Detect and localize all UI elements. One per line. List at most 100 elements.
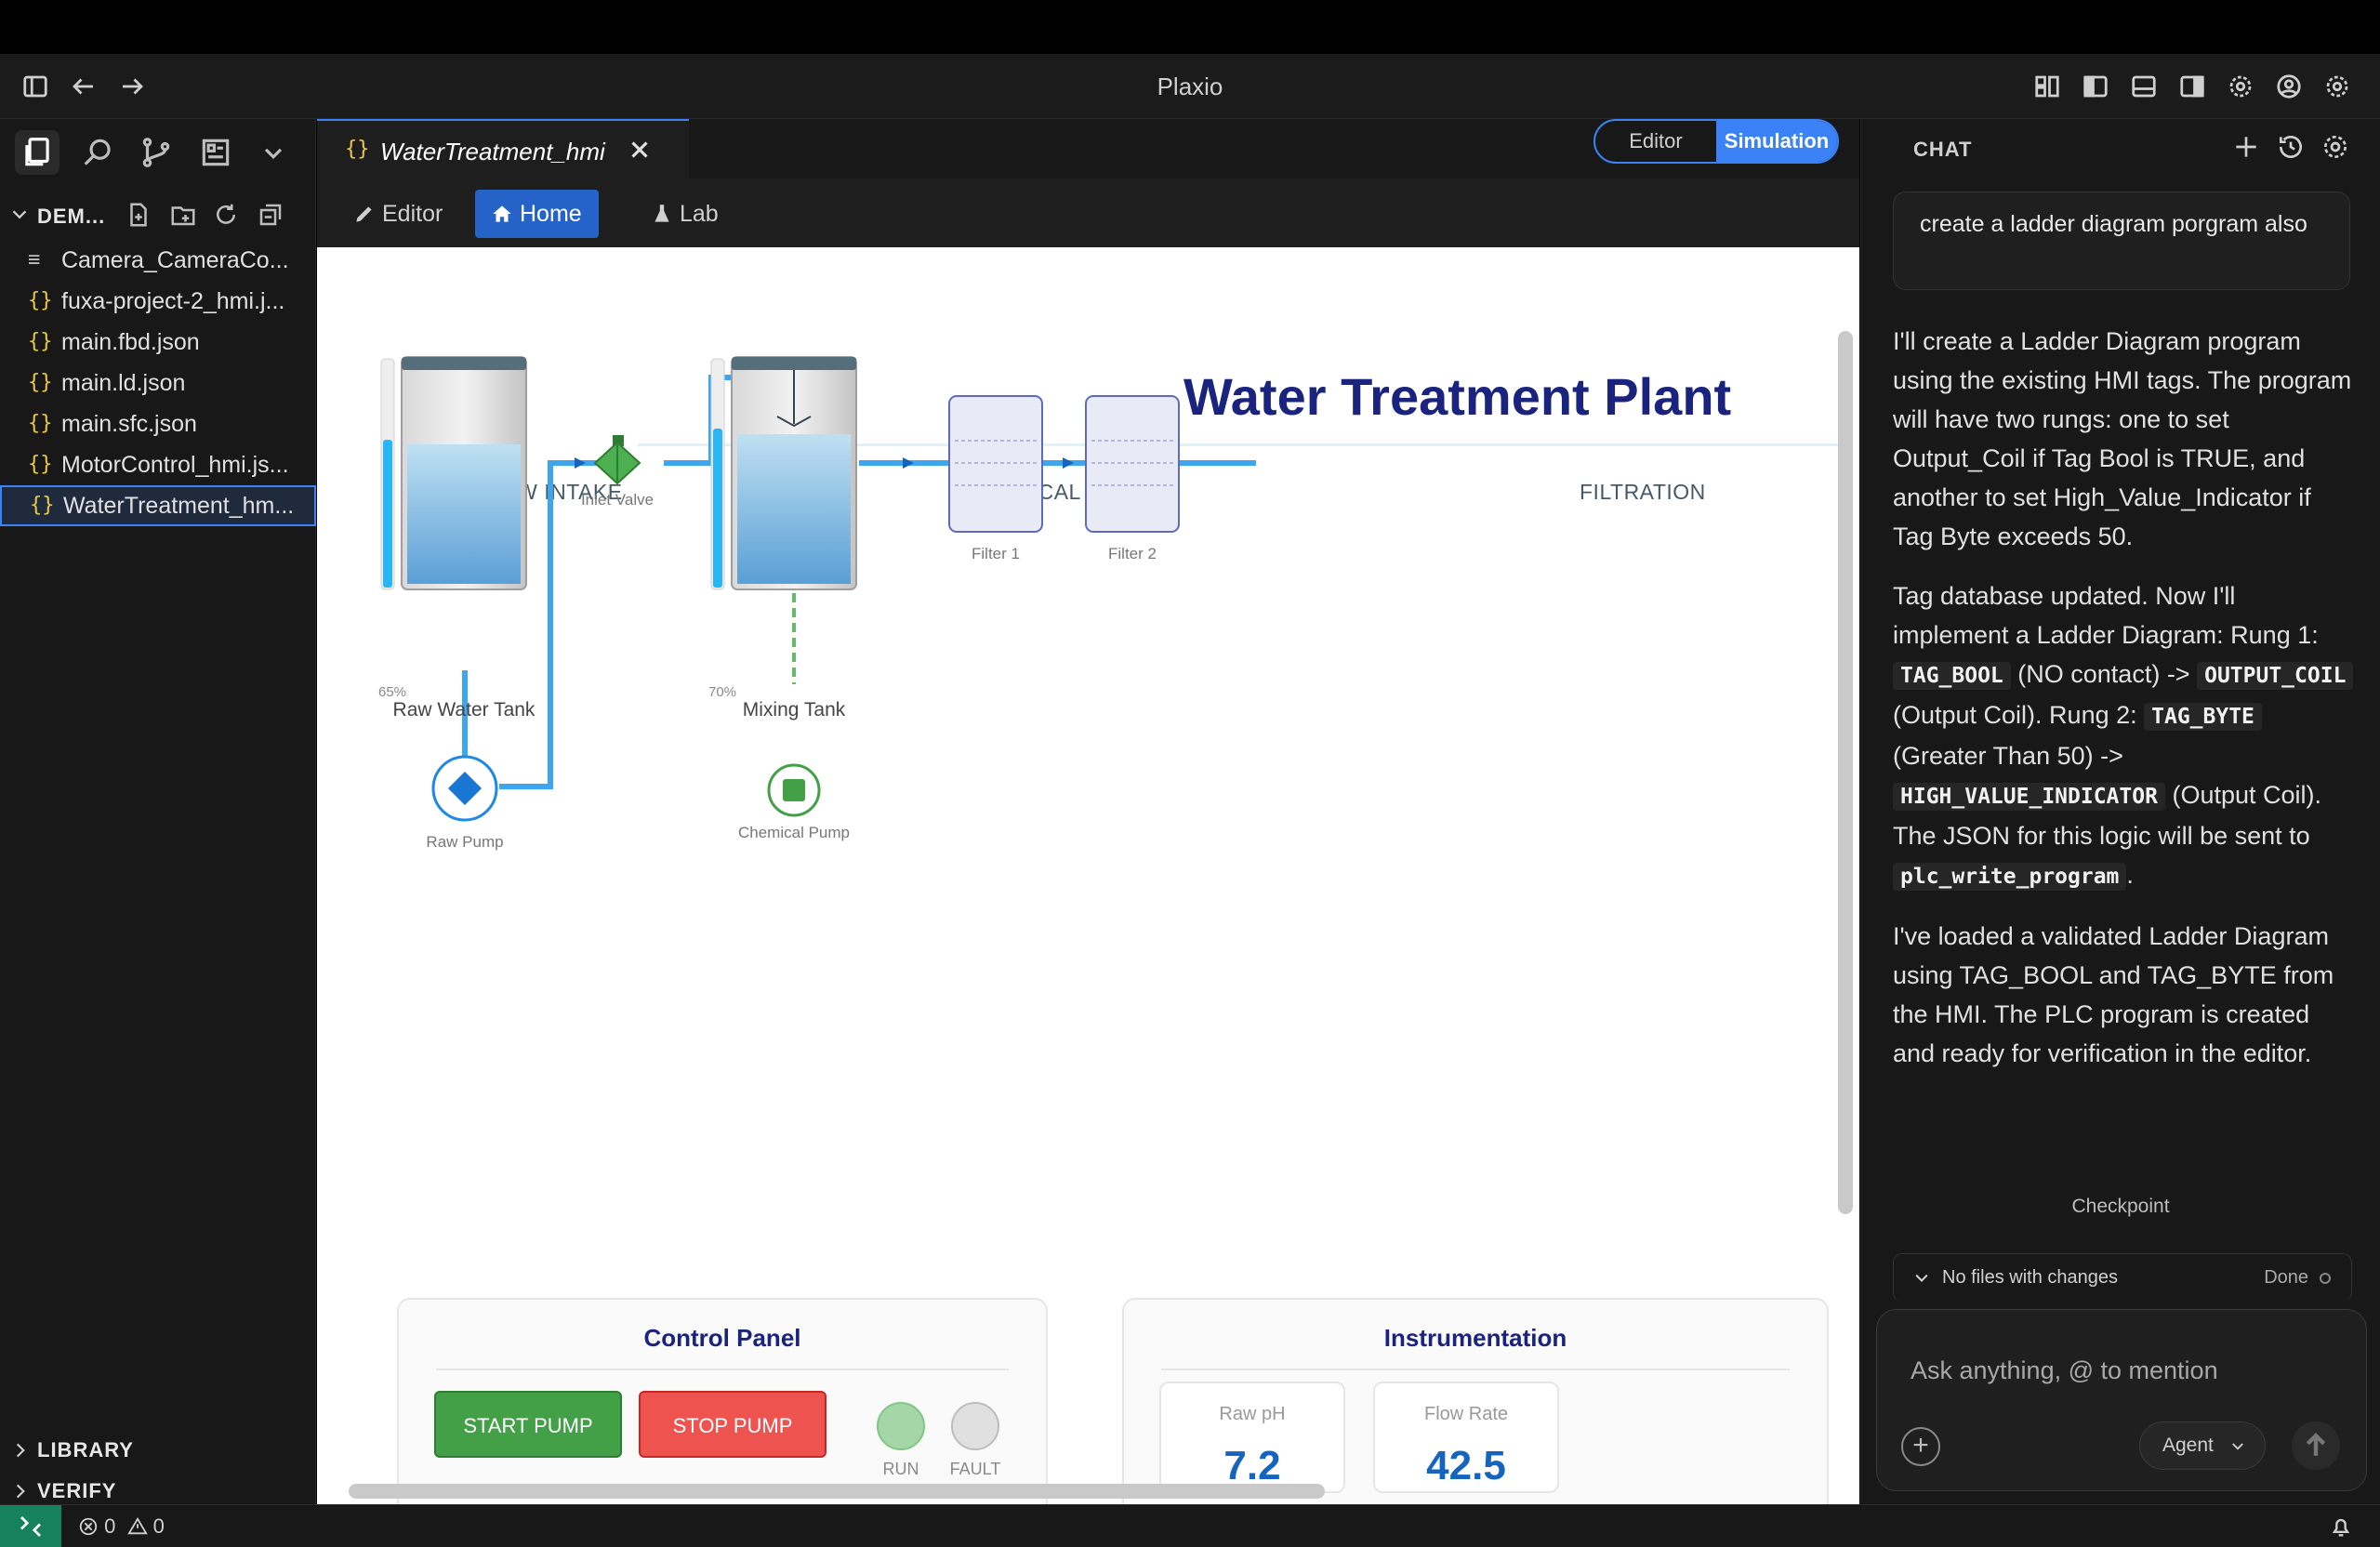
refresh-icon[interactable] — [212, 201, 244, 232]
done-label[interactable]: Done — [2264, 1267, 2308, 1289]
chat-header: CHAT — [1913, 138, 1973, 161]
tab-bar: {} WaterTreatment_hmi Editor Simulation — [317, 119, 1859, 178]
file-name: main.ld.json — [61, 370, 186, 396]
hmi-canvas: Water Treatment Plant RAW INTAKE CHEMICA… — [317, 247, 1859, 1504]
json-file-icon: {} — [28, 330, 53, 353]
raw-tank-gauge-fill — [383, 440, 392, 588]
flow-arrow — [903, 457, 914, 469]
toggle-primary-sidebar-icon[interactable] — [2079, 70, 2112, 103]
new-folder-icon[interactable] — [169, 201, 201, 232]
control-panel-title: Control Panel — [643, 1324, 801, 1352]
mode-editor-button[interactable]: Editor — [1595, 121, 1716, 162]
chemical-pump-square — [783, 779, 805, 801]
json-file-icon: {} — [28, 412, 53, 435]
settings-gear-icon[interactable] — [2224, 70, 2257, 103]
manage-gear-icon[interactable] — [2320, 70, 2354, 103]
chat-settings-gear-icon[interactable] — [2320, 132, 2354, 165]
activity-bar — [0, 119, 316, 184]
json-file-icon: {} — [30, 494, 55, 517]
new-file-icon[interactable] — [125, 201, 156, 232]
simulation-panel-icon[interactable] — [193, 130, 238, 175]
flow-rate-value: 42.5 — [1426, 1443, 1506, 1488]
add-context-button[interactable]: + — [1901, 1427, 1940, 1466]
remote-icon — [20, 1516, 41, 1537]
assistant-paragraph-3: I've loaded a validated Ladder Diagram u… — [1893, 922, 2334, 1067]
horizontal-scrollbar[interactable] — [349, 1484, 1325, 1499]
file-item[interactable]: ≡ Camera_CameraCo... — [0, 240, 316, 281]
flow-arrow — [575, 457, 586, 469]
json-file-icon: {} — [28, 371, 53, 394]
problems-indicator[interactable]: 0 0 — [78, 1514, 165, 1539]
code-tag-byte: TAG_BYTE — [2144, 703, 2262, 731]
text-run: . — [2126, 861, 2134, 889]
forward-arrow-icon[interactable] — [115, 70, 149, 103]
search-icon[interactable] — [76, 130, 121, 175]
mixing-tank-cap — [732, 357, 856, 370]
json-file-icon: {} — [28, 289, 53, 312]
chat-input-box[interactable]: Ask anything, @ to mention + Agent — [1876, 1309, 2367, 1491]
title-bar: Plaxio — [0, 54, 2380, 119]
mixing-tank-level-label: 70% — [708, 684, 737, 700]
nav-editor-button[interactable]: Editor — [337, 190, 459, 238]
remote-indicator[interactable] — [0, 1505, 61, 1547]
toggle-secondary-sidebar-icon[interactable] — [2175, 70, 2209, 103]
status-circle-icon — [2320, 1273, 2331, 1284]
collapse-all-icon[interactable] — [257, 201, 288, 232]
flask-icon — [654, 205, 669, 222]
control-panel: Control Panel START PUMP STOP PUMP RUN F… — [397, 1298, 1048, 1504]
nav-lab-label: Lab — [680, 201, 719, 227]
file-item[interactable]: {} main.ld.json — [0, 363, 316, 403]
mixing-tank-label: Mixing Tank — [742, 699, 846, 721]
instrumentation-divider — [1161, 1368, 1790, 1370]
file-item[interactable]: {} fuxa-project-2_hmi.j... — [0, 281, 316, 322]
bell-icon[interactable] — [2328, 1514, 2354, 1540]
tab-water-treatment[interactable]: {} WaterTreatment_hmi — [317, 119, 689, 178]
file-item[interactable]: {} main.fbd.json — [0, 322, 316, 363]
changed-files-label: No files with changes — [1942, 1267, 2118, 1288]
file-item[interactable]: {} main.sfc.json — [0, 403, 316, 444]
toggle-panel-icon[interactable] — [2127, 70, 2161, 103]
file-item-selected[interactable]: {} WaterTreatment_hm... — [0, 485, 316, 526]
chevron-right-icon — [16, 1443, 25, 1458]
json-file-icon: {} — [28, 453, 53, 476]
chevron-down-icon — [12, 210, 27, 219]
history-icon[interactable] — [2276, 132, 2309, 165]
error-icon — [79, 1517, 98, 1536]
chevron-down-icon[interactable] — [251, 130, 296, 175]
explorer-files-icon[interactable] — [15, 130, 60, 175]
tab-label: WaterTreatment_hmi — [380, 138, 605, 165]
plus-icon[interactable] — [2231, 132, 2265, 165]
explorer-root-header[interactable]: DEM... — [0, 195, 316, 236]
close-icon[interactable] — [626, 136, 654, 164]
toggle-sidebar-icon[interactable] — [19, 70, 52, 103]
raw-tank-cap — [402, 357, 526, 370]
library-section[interactable]: LIBRARY — [0, 1430, 316, 1471]
error-count: 0 — [104, 1514, 116, 1538]
file-item[interactable]: {} MotorControl_hmi.js... — [0, 444, 316, 485]
account-icon[interactable] — [2272, 70, 2306, 103]
mode-simulation-button[interactable]: Simulation — [1716, 121, 1837, 162]
user-message: create a ladder diagram porgram also — [1893, 192, 2350, 290]
json-file-icon: {} — [345, 138, 370, 161]
instrumentation-panel: Instrumentation Raw pH 7.2 Flow Rate 42.… — [1122, 1298, 1829, 1504]
back-arrow-icon[interactable] — [67, 70, 100, 103]
nav-home-button[interactable]: Home — [475, 190, 599, 238]
stop-pump-button[interactable]: STOP PUMP — [639, 1391, 826, 1458]
start-pump-button[interactable]: START PUMP — [434, 1391, 622, 1458]
code-high-value-indicator: HIGH_VALUE_INDICATOR — [1893, 783, 2165, 811]
text-run: Tag database updated. Now I'll implement… — [1893, 582, 2319, 649]
filter2-label: Filter 2 — [1108, 545, 1157, 562]
changed-files-box[interactable]: No files with changes Done — [1893, 1253, 2352, 1302]
chat-input-placeholder[interactable]: Ask anything, @ to mention — [1911, 1356, 2218, 1385]
layout-grid-icon[interactable] — [2030, 70, 2064, 103]
raw-tank-water — [407, 444, 521, 584]
source-control-icon[interactable] — [134, 130, 178, 175]
nav-lab-button[interactable]: Lab — [635, 190, 735, 238]
file-name: MotorControl_hmi.js... — [61, 452, 289, 478]
agent-mode-dropdown[interactable]: Agent — [2139, 1421, 2266, 1470]
agent-mode-label: Agent — [2162, 1435, 2214, 1456]
chevron-right-icon — [16, 1484, 25, 1499]
vertical-scrollbar[interactable] — [1838, 331, 1853, 1214]
checkpoint-label[interactable]: Checkpoint — [1861, 1196, 2380, 1218]
send-button[interactable] — [2292, 1421, 2340, 1470]
